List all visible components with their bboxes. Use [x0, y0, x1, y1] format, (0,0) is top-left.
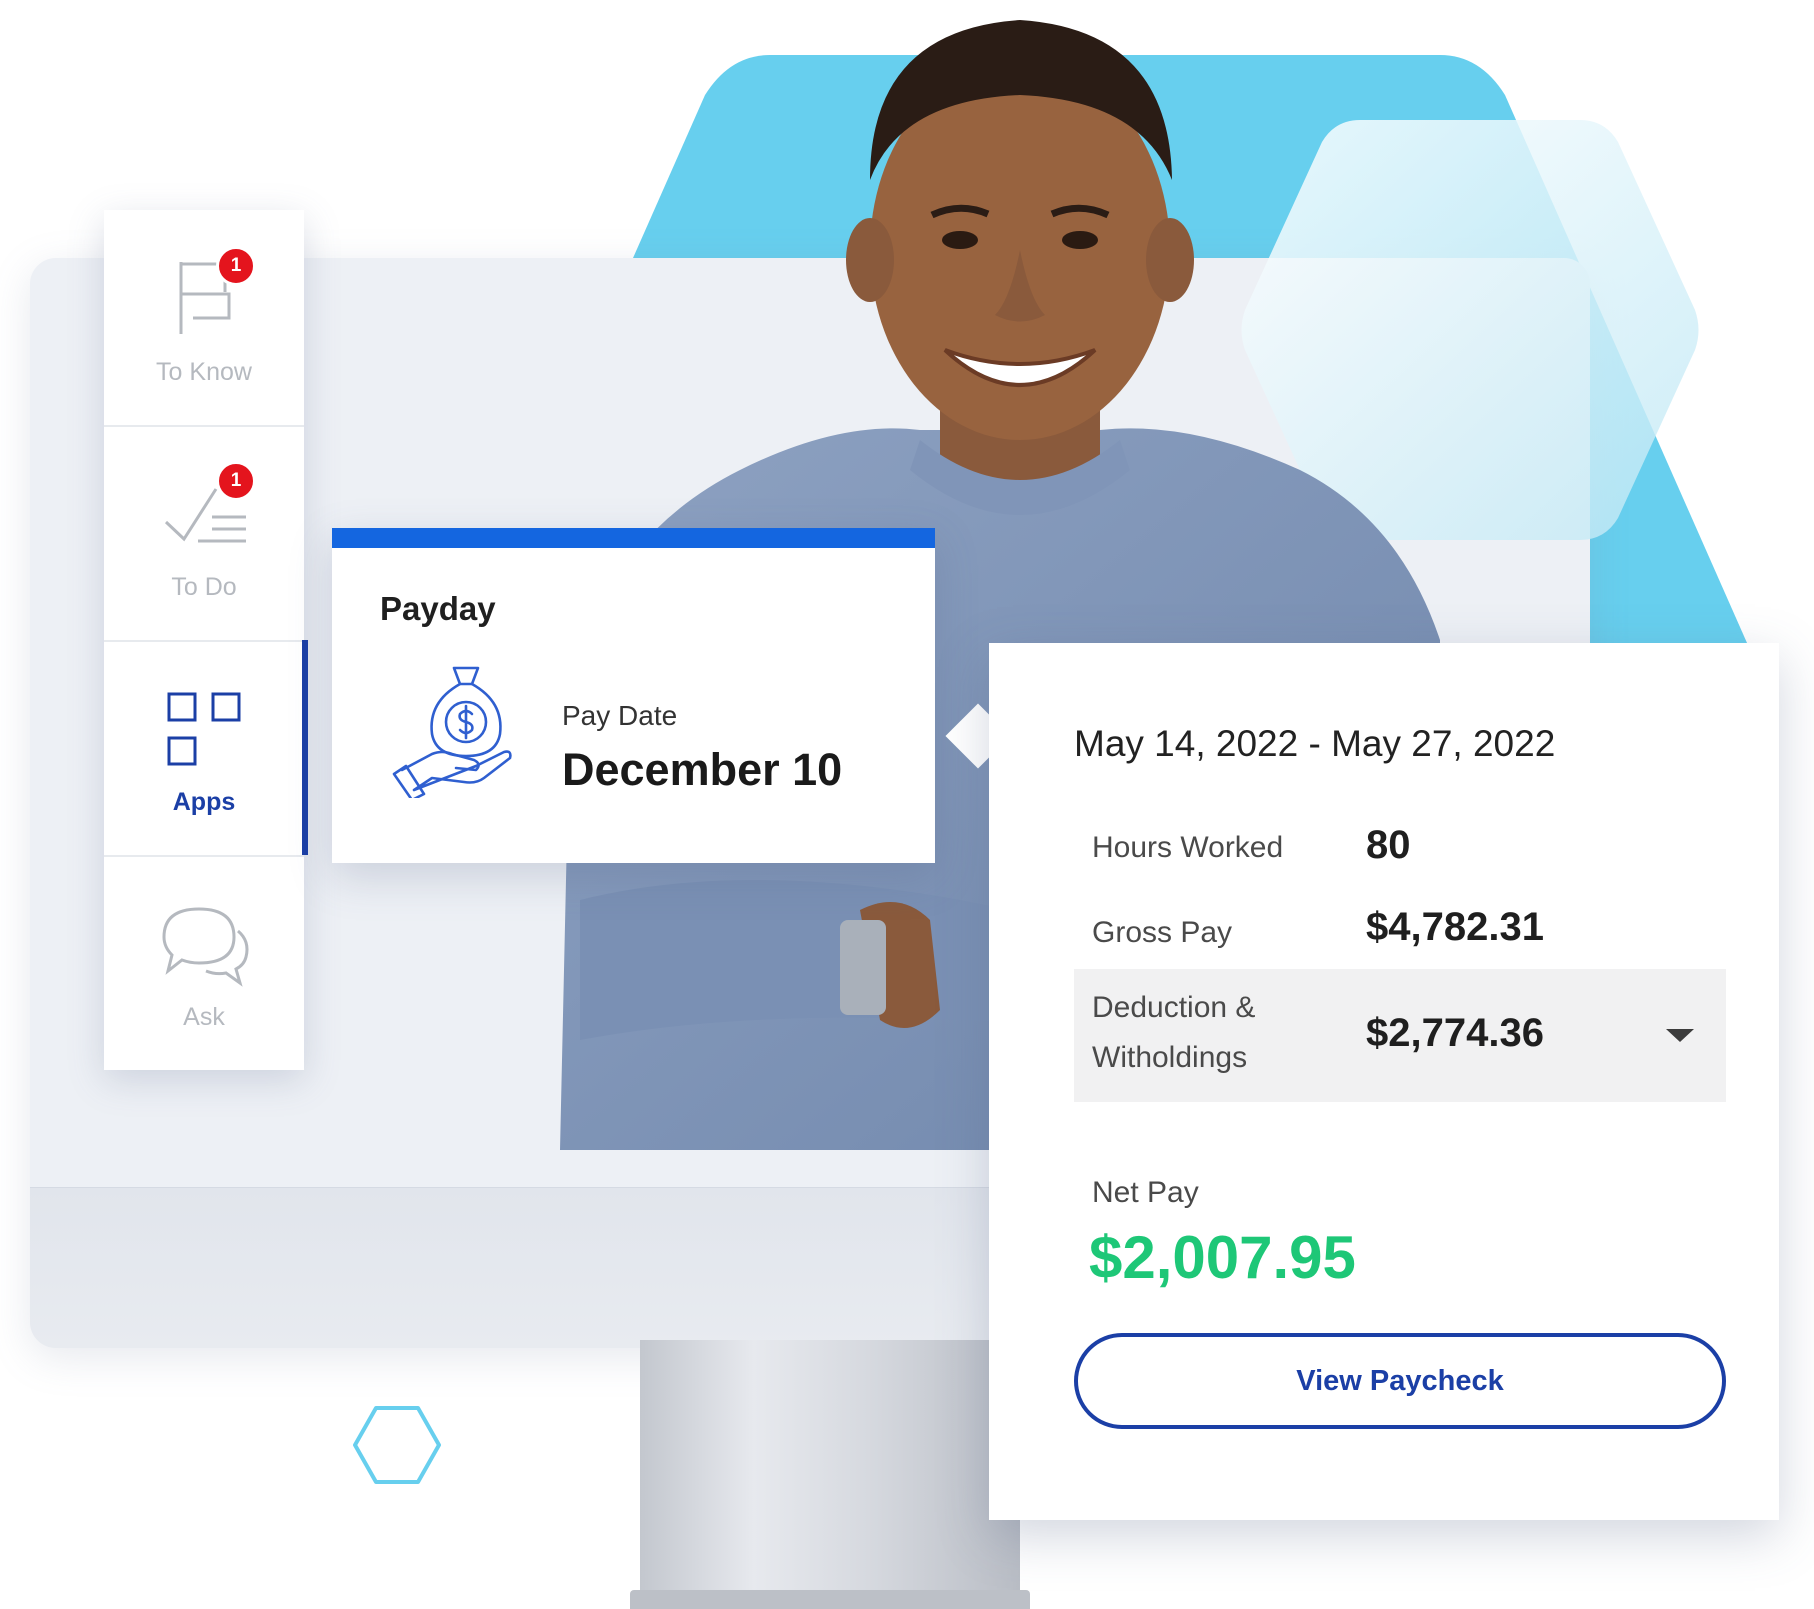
net-pay-value: $2,007.95	[1089, 1224, 1356, 1291]
hours-worked-label: Hours Worked	[1092, 831, 1284, 864]
payday-title: Payday	[380, 590, 496, 627]
chat-bubbles-icon	[104, 897, 304, 987]
sidebar-item-label: Ask	[183, 1003, 225, 1031]
deductions-value: $2,774.36	[1366, 1011, 1544, 1055]
pay-period: May 14, 2022 - May 27, 2022	[1074, 723, 1556, 764]
monitor-stand-base	[630, 1590, 1030, 1609]
pay-date-value: December 10	[562, 744, 843, 795]
money-bag-hand-icon	[392, 658, 532, 803]
deductions-label-line1: Deduction &	[1092, 991, 1256, 1024]
deductions-label-line2: Witholdings	[1092, 1041, 1248, 1074]
apps-grid-icon	[104, 682, 304, 772]
deductions-row[interactable]: Deduction & Witholdings $2,774.36	[1074, 969, 1726, 1102]
chevron-down-icon[interactable]	[1666, 1029, 1694, 1042]
notification-badge: 1	[216, 246, 256, 286]
gross-pay-value: $4,782.31	[1366, 905, 1544, 949]
payday-card[interactable]: Payday Pay Date December 10	[332, 528, 935, 863]
pay-date-label: Pay Date	[562, 700, 678, 731]
outline-hexagon	[353, 1406, 441, 1484]
sidebar-item-label: Apps	[172, 788, 236, 816]
sidebar-item-ask[interactable]: Ask	[104, 855, 304, 1070]
net-pay-label: Net Pay	[1092, 1176, 1199, 1209]
sidebar-item-to-do[interactable]: 1 To Do	[104, 425, 304, 642]
hours-worked-value: 80	[1366, 823, 1411, 867]
flag-icon	[104, 252, 304, 342]
checklist-icon	[104, 467, 304, 557]
sidebar-item-apps[interactable]: Apps	[104, 640, 308, 857]
sidebar-nav: 1 To Know 1 To Do Apps Ask	[104, 210, 308, 1070]
sidebar-item-label: To Do	[171, 573, 237, 601]
view-paycheck-button[interactable]: View Paycheck	[1074, 1333, 1726, 1429]
gross-pay-label: Gross Pay	[1092, 916, 1233, 949]
paycheck-card: May 14, 2022 - May 27, 2022 Hours Worked…	[989, 643, 1779, 1520]
monitor-stand	[640, 1340, 1020, 1609]
notification-badge: 1	[216, 461, 256, 501]
sidebar-item-label: To Know	[156, 358, 252, 386]
sidebar-item-to-know[interactable]: 1 To Know	[104, 210, 304, 427]
